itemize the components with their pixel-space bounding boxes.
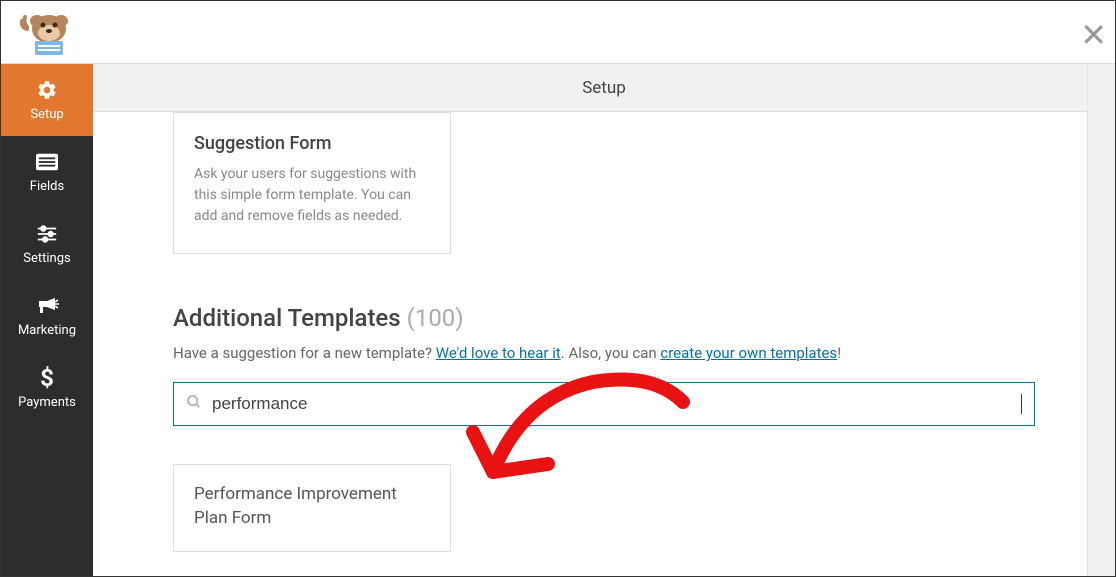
- template-search-box[interactable]: [173, 382, 1035, 426]
- sidebar-label: Fields: [30, 179, 64, 194]
- sidebar-label: Setup: [30, 107, 63, 122]
- sidebar-item-payments[interactable]: $ Payments: [1, 352, 93, 424]
- template-title: Suggestion Form: [194, 133, 430, 154]
- sidebar-item-marketing[interactable]: Marketing: [1, 280, 93, 352]
- bullhorn-icon: [35, 294, 59, 318]
- scrollbar[interactable]: [1087, 64, 1115, 576]
- main-panel: Setup Suggestion Form Ask your users for…: [93, 64, 1115, 576]
- template-description: Ask your users for suggestions with this…: [194, 164, 430, 227]
- close-icon[interactable]: ✕: [1080, 19, 1107, 51]
- tab-setup[interactable]: Setup: [93, 64, 1115, 112]
- gear-icon: [36, 78, 58, 102]
- sidebar-item-settings[interactable]: Settings: [1, 208, 93, 280]
- search-icon: [186, 394, 202, 414]
- svg-text:$: $: [40, 366, 54, 390]
- sidebar-nav: Setup Fields Settings Marketing $ Paymen…: [1, 64, 93, 576]
- section-subtitle: Have a suggestion for a new template? We…: [173, 344, 1035, 362]
- sidebar-label: Payments: [18, 395, 76, 410]
- section-title-text: Additional Templates: [173, 304, 401, 332]
- template-card-result[interactable]: Performance Improvement Plan Form: [173, 464, 451, 552]
- sidebar-label: Settings: [23, 251, 70, 266]
- list-icon: [36, 150, 58, 174]
- template-title: Performance Improvement Plan Form: [194, 483, 430, 531]
- create-template-link[interactable]: create your own templates: [660, 344, 837, 362]
- top-bar: ✕: [1, 1, 1115, 64]
- sidebar-label: Marketing: [18, 323, 76, 338]
- text-cursor: [1021, 394, 1022, 414]
- template-card-suggestion[interactable]: Suggestion Form Ask your users for sugge…: [173, 112, 451, 254]
- app-logo: [16, 5, 81, 60]
- section-title: Additional Templates (100): [173, 304, 1035, 332]
- template-count: (100): [407, 304, 464, 332]
- template-search-input[interactable]: [212, 394, 1020, 414]
- sidebar-item-fields[interactable]: Fields: [1, 136, 93, 208]
- dollar-icon: $: [39, 366, 55, 390]
- tab-label: Setup: [582, 78, 626, 98]
- feedback-link[interactable]: We'd love to hear it: [436, 344, 561, 362]
- content-area: Suggestion Form Ask your users for sugge…: [93, 112, 1115, 576]
- sliders-icon: [36, 222, 58, 246]
- sidebar-item-setup[interactable]: Setup: [1, 64, 93, 136]
